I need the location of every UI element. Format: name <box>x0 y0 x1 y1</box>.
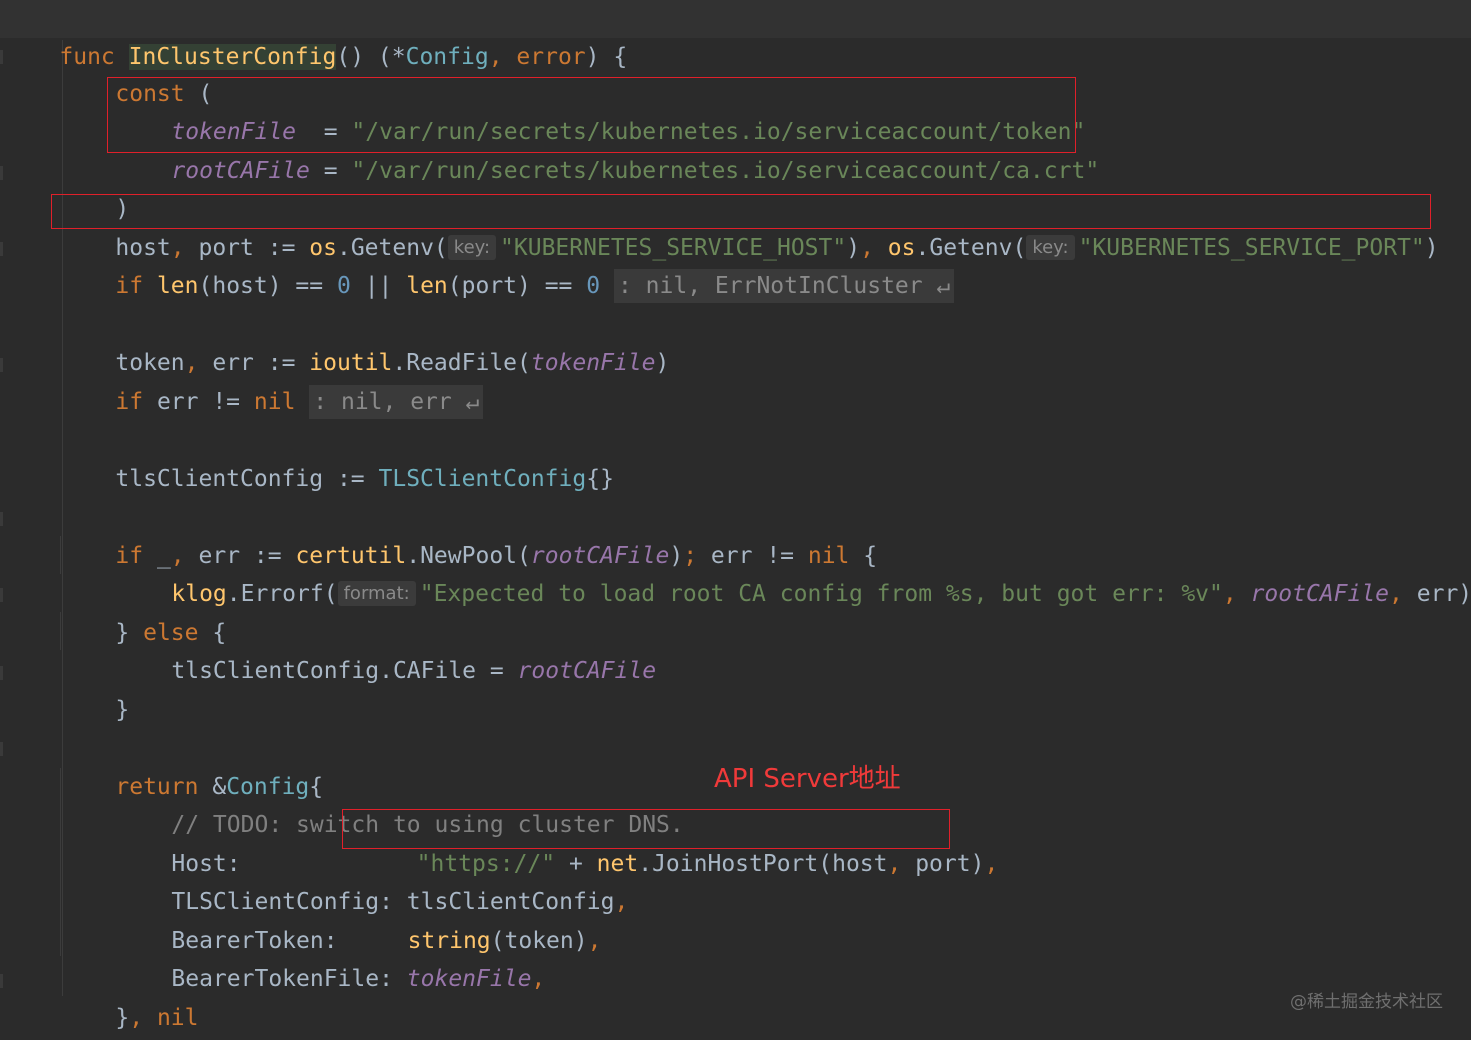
dot: . <box>226 581 241 607</box>
arg-port[interactable]: port) <box>915 851 984 877</box>
paren-open: ( <box>517 350 531 376</box>
keyword-if: if <box>115 273 144 299</box>
code-line-9[interactable]: if err != nil : nil, err ↵ <box>60 345 484 419</box>
keyword-nil: nil <box>156 1005 199 1031</box>
var-tlsclientconfig[interactable]: tlsClientConfig := <box>115 466 378 492</box>
code-line-11[interactable]: if _, err := certutil.NewPool(rootCAFile… <box>60 499 877 569</box>
comma: , <box>614 889 629 915</box>
code-editor[interactable]: func InClusterConfig() (*Config, error) … <box>0 0 1471 1040</box>
field-bearertokenfile[interactable]: BearerTokenFile: <box>171 966 406 992</box>
paren-open: ( <box>1012 235 1027 261</box>
builtin-len[interactable]: len <box>157 273 199 299</box>
arg-err[interactable]: err <box>1417 581 1459 607</box>
call-errorf[interactable]: Errorf <box>241 581 324 607</box>
comma: , <box>488 44 517 70</box>
fold-marker[interactable] <box>0 742 3 756</box>
param-hint-format: format: <box>337 581 416 606</box>
dot: . <box>638 851 653 877</box>
fold-marker[interactable] <box>0 588 3 602</box>
type-tlsclientconfig[interactable]: TLSClientConfig <box>379 466 587 492</box>
param-hint-key: key: <box>1026 235 1075 260</box>
string-ca-path[interactable]: "/var/run/secrets/kubernetes.io/servicea… <box>351 158 1099 184</box>
expr-port: (port) == <box>447 273 587 299</box>
field-cafile[interactable]: tlsClientConfig.CAFile = <box>171 658 517 684</box>
arg-host[interactable]: (host <box>818 851 887 877</box>
fold-marker[interactable] <box>0 358 3 372</box>
condition: err != <box>143 389 254 415</box>
code-line-23[interactable]: } <box>4 999 73 1037</box>
string-service-port[interactable]: "KUBERNETES_SERVICE_PORT" <box>1079 235 1425 261</box>
comma: , <box>531 966 546 992</box>
watermark: @稀土掘金技术社区 <box>1290 992 1443 1012</box>
paren-close: ) <box>1424 235 1439 261</box>
return-type-error[interactable]: error <box>516 44 585 70</box>
number-zero: 0 <box>336 273 351 299</box>
paren-close: ) <box>1458 581 1471 607</box>
const-tokenfile[interactable]: tokenFile <box>407 966 532 992</box>
builtin-len[interactable]: len <box>406 273 448 299</box>
signature-open: () (* <box>336 44 406 70</box>
code-line-5[interactable]: ) <box>60 152 129 222</box>
number-zero: 0 <box>586 273 601 299</box>
code-line-2[interactable]: const ( <box>60 37 212 107</box>
paren-open: ( <box>323 581 338 607</box>
code-line-17[interactable]: // TODO: switch to using cluster DNS. <box>116 768 683 838</box>
braces: {} <box>586 466 614 492</box>
code-line-1[interactable]: func InClusterConfig() (*Config, error) … <box>0 0 1471 70</box>
fold-marker[interactable] <box>0 974 3 988</box>
code-line-22[interactable]: }, nil <box>60 961 198 1031</box>
call-joinhostport[interactable]: JoinHostPort <box>652 851 818 877</box>
arg-rootcafile[interactable]: rootCAFile <box>1251 581 1389 607</box>
keyword-if: if <box>115 389 144 415</box>
const-rootcafile[interactable]: rootCAFile <box>171 158 309 184</box>
code-line-13[interactable]: } else { <box>60 576 226 646</box>
const-rootcafile[interactable]: rootCAFile <box>518 658 656 684</box>
comma: , <box>587 928 602 954</box>
operator-or: || <box>350 273 407 299</box>
code-line-12[interactable]: klog.Errorf(format: "Expected to load roo… <box>116 537 1471 607</box>
string-error-message[interactable]: "Expected to load root CA config from %s… <box>420 581 1223 607</box>
comma: , <box>887 851 916 877</box>
code-line-8[interactable]: token, err := ioutil.ReadFile(tokenFile) <box>60 306 669 376</box>
arg-tokenfile[interactable]: tokenFile <box>531 350 656 376</box>
fold-marker[interactable] <box>0 166 3 180</box>
comma: , <box>1222 581 1251 607</box>
code-line-16[interactable]: return &Config{ <box>60 730 323 800</box>
brace-close: } <box>115 697 130 723</box>
paren-close: ) <box>655 350 670 376</box>
comma: , <box>984 851 999 877</box>
keyword-nil: nil <box>253 389 296 415</box>
code-line-20[interactable]: BearerToken: string(token), <box>116 884 601 954</box>
highlight-box-const-paths <box>107 77 1076 153</box>
highlight-box-getenv <box>51 194 1431 229</box>
expr-host: (host) == <box>198 273 337 299</box>
brace-close: } <box>115 1005 130 1031</box>
comma: , <box>1389 581 1417 607</box>
folded-block[interactable]: : nil, ErrNotInCluster ↵ <box>613 269 955 303</box>
folded-block[interactable]: : nil, err ↵ <box>309 385 484 419</box>
code-line-7[interactable]: if len(host) == 0 || len(port) == 0 : ni… <box>60 229 955 303</box>
fold-marker[interactable] <box>0 242 3 256</box>
code-line-15[interactable]: } <box>60 653 129 723</box>
assign: = <box>309 158 352 184</box>
comma: , <box>129 1005 157 1031</box>
fold-marker[interactable] <box>0 512 3 526</box>
return-type-config[interactable]: Config <box>406 44 489 70</box>
code-line-21[interactable]: BearerTokenFile: tokenFile, <box>116 922 545 992</box>
code-line-19[interactable]: TLSClientConfig: tlsClientConfig, <box>116 845 628 915</box>
code-line-14[interactable]: tlsClientConfig.CAFile = rootCAFile <box>116 614 656 684</box>
fold-marker[interactable] <box>0 666 3 680</box>
annotation-api-server: API Server地址 <box>714 764 901 794</box>
code-line-10[interactable]: tlsClientConfig := TLSClientConfig{} <box>60 422 614 492</box>
highlight-box-host <box>342 809 950 849</box>
signature-close: ) { <box>585 44 628 70</box>
